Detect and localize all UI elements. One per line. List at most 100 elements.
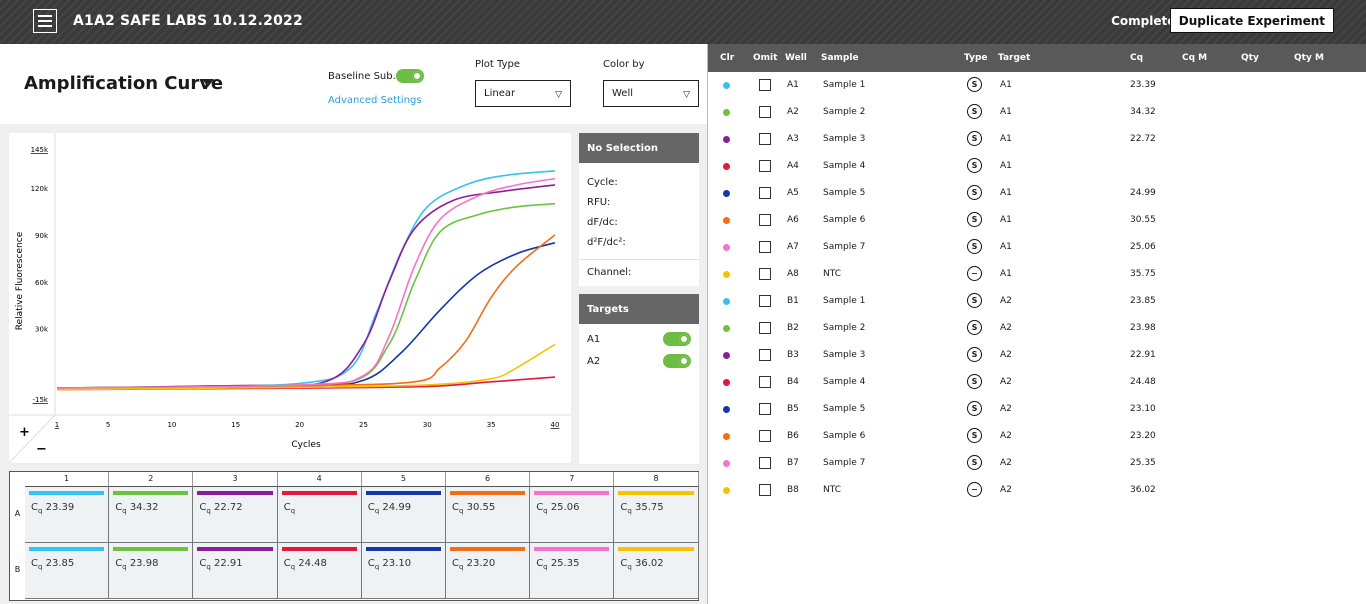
plate-row-header[interactable]: B: [10, 565, 25, 574]
sample-type-icon: S: [967, 239, 982, 254]
sample-cell: Sample 3: [823, 350, 866, 360]
amplification-curve[interactable]: [56, 177, 556, 389]
amplification-chart[interactable]: 145k120k90k60k30k-15k 1 5 10 15 20 25 30 35 40 R…: [8, 133, 571, 464]
omit-checkbox[interactable]: [759, 241, 771, 253]
plate-well[interactable]: Cq 23.20: [446, 543, 531, 599]
amplification-curve[interactable]: [56, 170, 556, 389]
plate-well[interactable]: Cq 23.10: [361, 543, 446, 599]
table-row[interactable]: B7 Sample 7 S A2 25.35: [708, 450, 1366, 477]
table-row[interactable]: A8 NTC − A1 35.75: [708, 261, 1366, 288]
plate-well[interactable]: Cq 30.55: [446, 487, 531, 543]
amplification-curve[interactable]: [56, 184, 556, 389]
baseline-toggle[interactable]: [396, 69, 424, 83]
well-color-dot: [723, 406, 730, 413]
plate-column-header[interactable]: 2: [109, 472, 194, 487]
plate-well[interactable]: Cq 24.48: [277, 543, 362, 599]
plate-column-header[interactable]: 6: [446, 472, 531, 487]
omit-checkbox[interactable]: [759, 376, 771, 388]
table-row[interactable]: A1 Sample 1 S A1 23.39: [708, 72, 1366, 99]
omit-checkbox[interactable]: [759, 187, 771, 199]
color-by-select[interactable]: Well ▽: [603, 80, 699, 107]
omit-checkbox[interactable]: [759, 106, 771, 118]
sample-cell: Sample 2: [823, 323, 866, 333]
chevron-down-icon[interactable]: [202, 79, 214, 87]
omit-checkbox[interactable]: [759, 295, 771, 307]
plot-type-select[interactable]: Linear ▽: [475, 80, 571, 107]
col-cq-mean[interactable]: Cq M: [1182, 53, 1207, 63]
omit-checkbox[interactable]: [759, 214, 771, 226]
omit-checkbox[interactable]: [759, 430, 771, 442]
table-row[interactable]: A4 Sample 4 S A1: [708, 153, 1366, 180]
well-cq-value: 22.91: [214, 558, 243, 569]
plate-well[interactable]: Cq 25.06: [530, 487, 615, 543]
target-toggle-a2[interactable]: [663, 354, 691, 368]
plate-well[interactable]: Cq 24.99: [361, 487, 446, 543]
omit-checkbox[interactable]: [759, 484, 771, 496]
plate-well[interactable]: Cq 23.39: [25, 487, 110, 543]
table-row[interactable]: B5 Sample 5 S A2 23.10: [708, 396, 1366, 423]
table-row[interactable]: B2 Sample 2 S A2 23.98: [708, 315, 1366, 342]
col-omit[interactable]: Omit: [753, 53, 777, 63]
plate-column-header[interactable]: 7: [530, 472, 615, 487]
omit-checkbox[interactable]: [759, 349, 771, 361]
col-type[interactable]: Type: [964, 53, 987, 63]
table-row[interactable]: A6 Sample 6 S A1 30.55: [708, 207, 1366, 234]
cq-cell: 25.35: [1130, 458, 1156, 468]
well-color-dot: [723, 352, 730, 359]
plate-well[interactable]: Cq 36.02: [614, 543, 699, 599]
zoom-out-button[interactable]: −: [36, 442, 47, 457]
table-row[interactable]: A5 Sample 5 S A1 24.99: [708, 180, 1366, 207]
col-cq[interactable]: Cq: [1130, 53, 1143, 63]
table-row[interactable]: A3 Sample 3 S A1 22.72: [708, 126, 1366, 153]
plate-well[interactable]: Cq 35.75: [614, 487, 699, 543]
plate-well[interactable]: Cq 23.98: [109, 543, 194, 599]
table-row[interactable]: A2 Sample 2 S A1 34.32: [708, 99, 1366, 126]
table-row[interactable]: B6 Sample 6 S A2 23.20: [708, 423, 1366, 450]
col-qty-mean[interactable]: Qty M: [1294, 53, 1324, 63]
table-row[interactable]: B4 Sample 4 S A2 24.48: [708, 369, 1366, 396]
plate-column-header[interactable]: 4: [277, 472, 362, 487]
omit-checkbox[interactable]: [759, 322, 771, 334]
plate-column-header[interactable]: 8: [614, 472, 699, 487]
plate-column-header[interactable]: 5: [361, 472, 446, 487]
omit-checkbox[interactable]: [759, 403, 771, 415]
col-well[interactable]: Well: [785, 53, 807, 63]
chart-view-title[interactable]: Amplification Curve: [24, 73, 223, 94]
plate-well[interactable]: Cq: [277, 487, 362, 543]
menu-icon[interactable]: [33, 9, 57, 33]
plate-well[interactable]: Cq 22.91: [193, 543, 278, 599]
table-row[interactable]: B3 Sample 3 S A2 22.91: [708, 342, 1366, 369]
plate-well[interactable]: Cq 23.85: [25, 543, 110, 599]
well-cq-text: Cq 23.10: [368, 558, 411, 571]
plot-type-label: Plot Type: [475, 59, 520, 70]
plate-column-header[interactable]: 1: [25, 472, 110, 487]
col-target[interactable]: Target: [998, 53, 1030, 63]
well-cq-value: 23.10: [382, 558, 412, 569]
sample-type-icon: S: [967, 131, 982, 146]
table-row[interactable]: A7 Sample 7 S A1 25.06: [708, 234, 1366, 261]
plate-well[interactable]: Cq 22.72: [193, 487, 278, 543]
plate-well[interactable]: Cq 25.35: [530, 543, 615, 599]
col-qty[interactable]: Qty: [1241, 53, 1259, 63]
table-row[interactable]: B1 Sample 1 S A2 23.85: [708, 288, 1366, 315]
table-row[interactable]: B8 NTC − A2 36.02: [708, 477, 1366, 504]
omit-checkbox[interactable]: [759, 160, 771, 172]
target-toggle-a1[interactable]: [663, 332, 691, 346]
omit-checkbox[interactable]: [759, 268, 771, 280]
plate-row-header[interactable]: A: [10, 509, 25, 518]
zoom-in-button[interactable]: +: [19, 425, 30, 440]
col-clr[interactable]: Clr: [720, 53, 734, 63]
color-by-value: Well: [612, 88, 634, 99]
omit-checkbox[interactable]: [759, 457, 771, 469]
well-cell: A3: [787, 134, 799, 144]
omit-checkbox[interactable]: [759, 79, 771, 91]
amplification-curve[interactable]: [56, 234, 556, 389]
well-cell: B5: [787, 404, 799, 414]
amplification-curve[interactable]: [56, 202, 556, 389]
plate-well[interactable]: Cq 34.32: [109, 487, 194, 543]
advanced-settings-link[interactable]: Advanced Settings: [328, 95, 422, 106]
duplicate-experiment-button[interactable]: Duplicate Experiment: [1169, 8, 1334, 33]
plate-column-header[interactable]: 3: [193, 472, 278, 487]
omit-checkbox[interactable]: [759, 133, 771, 145]
col-sample[interactable]: Sample: [821, 53, 859, 63]
